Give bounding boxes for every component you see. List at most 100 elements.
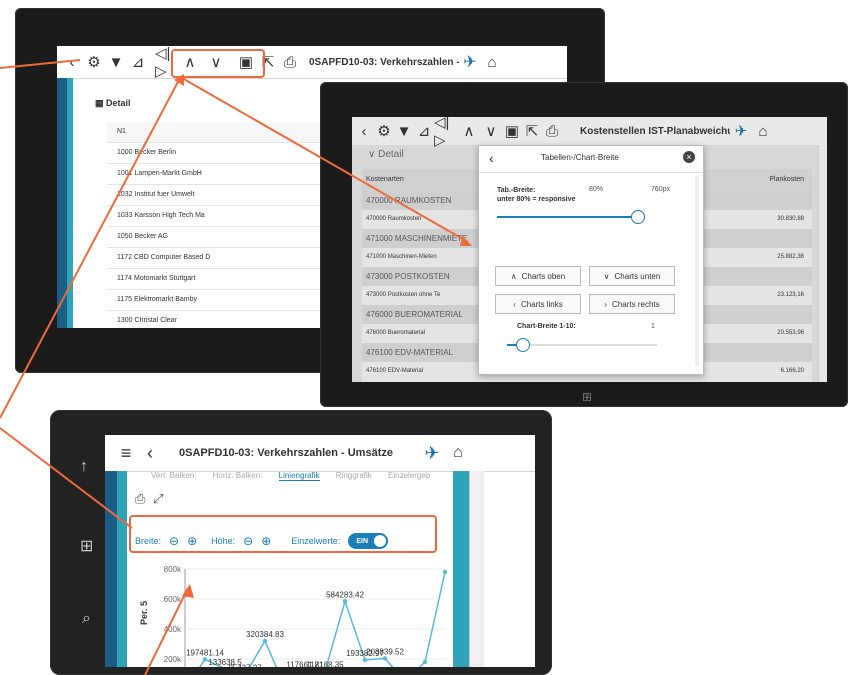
y-tick-label: 200k (164, 655, 182, 664)
row-value: 20.553,96 (777, 330, 804, 336)
row-value: 23.123,16 (777, 292, 804, 298)
filter-icon[interactable]: ▼ (105, 54, 127, 71)
tablet-1-toolbar: ‹ ⚙ ▼ ⊿ ◁|▷ ∧ ∨ ▣ ⇱ ⎙ 0SAPFD10-03: Verke… (57, 46, 567, 80)
dialog-scrollbar[interactable] (695, 176, 699, 366)
row-label: 1032 Institut fuer Umwelt (117, 191, 195, 198)
tab-width-label-1: Tab.-Breite: (497, 187, 536, 194)
left-accent-stripe-inner (117, 471, 127, 667)
toolbar-callout-box (171, 49, 265, 78)
bird-logo-icon: ✈ (424, 442, 440, 463)
data-label: 117168.35 (306, 660, 344, 667)
tablet-2-toolbar: ‹ ⚙ ▼ ⊿ ◁|▷ ∧ ∨ ▣ ⇱ ⎙ Kostenstellen IST-… (352, 117, 827, 149)
row-label: 471000 MASCHINENMIETE (366, 234, 468, 243)
row-value: 30.830,88 (777, 216, 804, 222)
slider-knob[interactable] (631, 210, 646, 224)
data-label: 197481.14 (186, 648, 224, 657)
y-tick-label: 400k (164, 625, 182, 634)
row-label: 473000 Postkosten ohne Te (366, 292, 441, 298)
data-label: 203839.52 (366, 647, 404, 656)
row-label: 476100 EDV-Material (366, 368, 424, 374)
row-value: 6.166,20 (780, 368, 804, 374)
chevron-up-icon: ∧ (510, 271, 517, 281)
chevron-up-icon[interactable]: ∧ (458, 122, 480, 140)
left-accent-stripe-inner (67, 78, 73, 328)
tab-width-slider[interactable] (497, 210, 677, 224)
save-icon[interactable]: ▣ (502, 122, 522, 140)
phone-toolbar: ≡ ‹ 0SAPFD10-03: Verkehrszahlen - Umsätz… (105, 435, 535, 472)
row-label: 1001 Lampen-Markt GmbH (117, 170, 202, 177)
export-icon[interactable]: ⇱ (522, 122, 542, 140)
charts-right-button[interactable]: › Charts rechts (589, 294, 675, 314)
charts-bottom-button[interactable]: ∨ Charts unten (589, 266, 675, 286)
home-icon[interactable]: ⌂ (752, 123, 774, 140)
filter-icon[interactable]: ▼ (394, 123, 414, 140)
detail-header: ▦ Detail (95, 98, 131, 109)
left-accent-stripe (57, 78, 67, 328)
chart-width-slider[interactable] (507, 338, 657, 352)
up-arrow-icon[interactable]: ↑ (80, 458, 88, 476)
tab-width-px: 760px (651, 186, 671, 193)
tab-line[interactable]: Liniengrafik (278, 471, 320, 481)
row-label: 471000 Maschinen-Mieten (366, 254, 437, 260)
tab-ring[interactable]: Ringgrafik (336, 471, 372, 480)
col-kostenarten: Kostenarten (366, 176, 404, 183)
back-chevron-icon[interactable]: ‹ (354, 123, 374, 140)
collapse-chevron-icon[interactable]: ∨ (368, 149, 375, 160)
chevron-down-icon[interactable]: ∨ (480, 122, 502, 140)
print-icon[interactable]: ⎙ (542, 123, 562, 140)
charts-left-label: Charts links (520, 299, 563, 309)
chart-axis-icon[interactable]: ⊿ (127, 53, 149, 71)
data-point (422, 659, 428, 665)
home-icon[interactable]: ⌂ (445, 444, 471, 462)
row-label: 476100 EDV-MATERIAL (366, 348, 454, 357)
chevron-down-icon: ∨ (603, 271, 610, 281)
print-icon[interactable]: ⎙ (279, 54, 301, 71)
y-axis-label: Per. 5 (139, 601, 149, 625)
row-label: 476000 Bueromaterial (366, 330, 426, 336)
slider-track (497, 216, 638, 218)
tab-width-label: Tab.-Breite: unter 80% = responsive (497, 186, 575, 204)
detail-label: Detail (378, 149, 404, 160)
header-n1: N1 (117, 128, 126, 135)
windows-logo-icon[interactable]: ⊞ (582, 390, 592, 404)
hamburger-menu-icon[interactable]: ≡ (113, 443, 139, 464)
data-point (262, 638, 268, 644)
left-accent-stripe (105, 471, 117, 667)
line-chart: 200k400k600k800kPer. 5197481.14133638.59… (139, 565, 448, 667)
row-label: 1172 CBD Computer Based D (117, 254, 211, 261)
dialog-close-icon[interactable]: × (683, 151, 695, 163)
chart-width-value: 1 (651, 323, 655, 330)
row-label: 1174 Motomarkt Stuttgart (117, 275, 196, 282)
tablet-2-screen: ‹ ⚙ ▼ ⊿ ◁|▷ ∧ ∨ ▣ ⇱ ⎙ Kostenstellen IST-… (352, 117, 827, 382)
col-plankosten: Plankosten (769, 176, 804, 183)
charts-left-button[interactable]: ‹ Charts links (495, 294, 581, 314)
data-point (202, 657, 208, 662)
charts-bottom-label: Charts unten (614, 271, 661, 281)
search-icon[interactable]: ⌕ (82, 610, 91, 628)
column-width-icon[interactable]: ◁|▷ (434, 117, 458, 149)
data-point (382, 656, 388, 661)
settings-gear-icon[interactable]: ⚙ (83, 53, 105, 71)
tab-horiz-bar[interactable]: Horiz. Balken: (213, 471, 263, 480)
row-label: 1050 Becker AG (117, 233, 168, 240)
vertical-scrollbar[interactable] (818, 145, 827, 382)
slider-knob[interactable] (516, 338, 530, 352)
back-chevron-icon[interactable]: ‹ (139, 443, 161, 464)
bird-logo-icon: ✈ (734, 123, 748, 140)
chart-axis-icon[interactable]: ⊿ (414, 122, 434, 140)
row-label: 470000 RAUMKOSTEN (366, 196, 452, 205)
back-chevron-icon[interactable]: ‹ (61, 54, 83, 71)
dialog-back-icon[interactable]: ‹ (489, 150, 494, 166)
right-accent-stripe (453, 471, 469, 667)
vertical-scrollbar[interactable] (469, 471, 484, 667)
print-icon[interactable]: ⎙ (135, 491, 145, 507)
home-icon[interactable]: ⌂ (481, 54, 503, 71)
charts-top-button[interactable]: ∧ Charts oben (495, 266, 581, 286)
tab-vert-bar[interactable]: Vert. Balken: (151, 471, 196, 480)
settings-gear-icon[interactable]: ⚙ (374, 122, 394, 140)
charts-right-label: Charts rechts (612, 299, 660, 309)
row-label: 1300 Christal Clear (117, 317, 177, 324)
fullscreen-icon[interactable]: ⤢ (153, 491, 163, 507)
tab-single[interactable]: Einzelergeb (388, 471, 430, 480)
windows-logo-icon[interactable]: ⊞ (80, 536, 93, 556)
